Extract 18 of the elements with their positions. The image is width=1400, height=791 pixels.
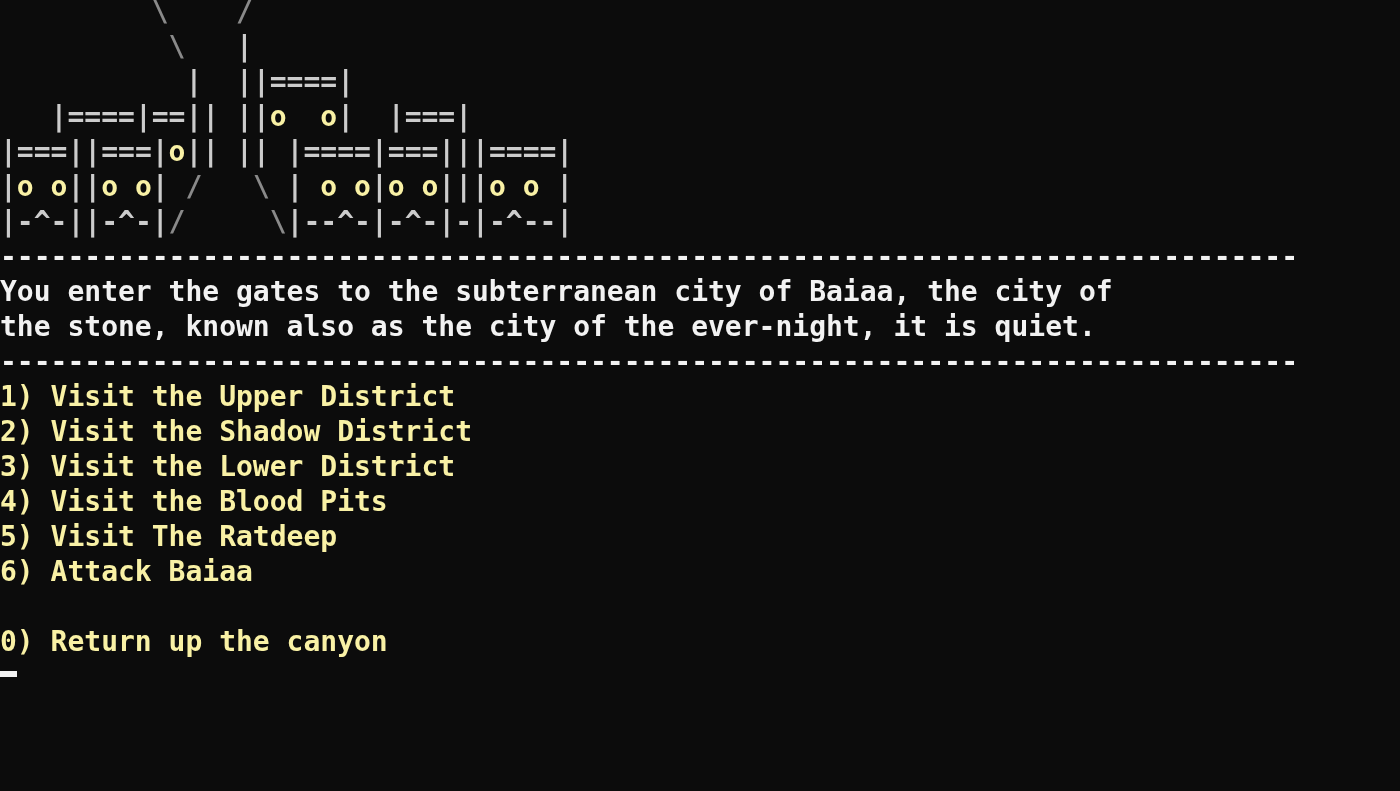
description-text: the stone, known also as the city of the ever-night, it is quiet.: [0, 309, 1096, 344]
menu-option: 0) Return up the canyon: [0, 624, 388, 659]
description-text: You enter the gates to the subterranean city of Baiaa, the city of: [0, 274, 1113, 309]
menu-option: 4) Visit the Blood Pits: [0, 484, 388, 519]
menu-option: 6) Attack Baiaa: [0, 554, 253, 589]
menu-option: 1) Visit the Upper District: [0, 379, 456, 414]
separator-line: -----------------------------------------------------------------------------: [0, 239, 1299, 274]
ascii-art-line: \ |: [167, 29, 253, 64]
ascii-art-line: | ||====|: [184, 64, 355, 99]
separator-line: -----------------------------------------------------------------------------: [0, 344, 1299, 379]
menu-option: 3) Visit the Lower District: [0, 449, 456, 484]
ascii-art-line: |-^-||-^-|/ \|--^-|-^-|-|-^--|: [0, 204, 574, 239]
menu-option: 5) Visit The Ratdeep: [0, 519, 338, 554]
ascii-art-line: |o o||o o| / \ | o o|o o|||o o |: [0, 169, 574, 204]
menu-option: 2) Visit the Shadow District: [0, 414, 472, 449]
ascii-art-line: \ /: [150, 0, 253, 29]
ascii-art-line: |====|==|| ||o o| |===|: [49, 99, 473, 134]
ascii-art-line: |===||===|o|| || |====|===|||====|: [0, 134, 574, 169]
